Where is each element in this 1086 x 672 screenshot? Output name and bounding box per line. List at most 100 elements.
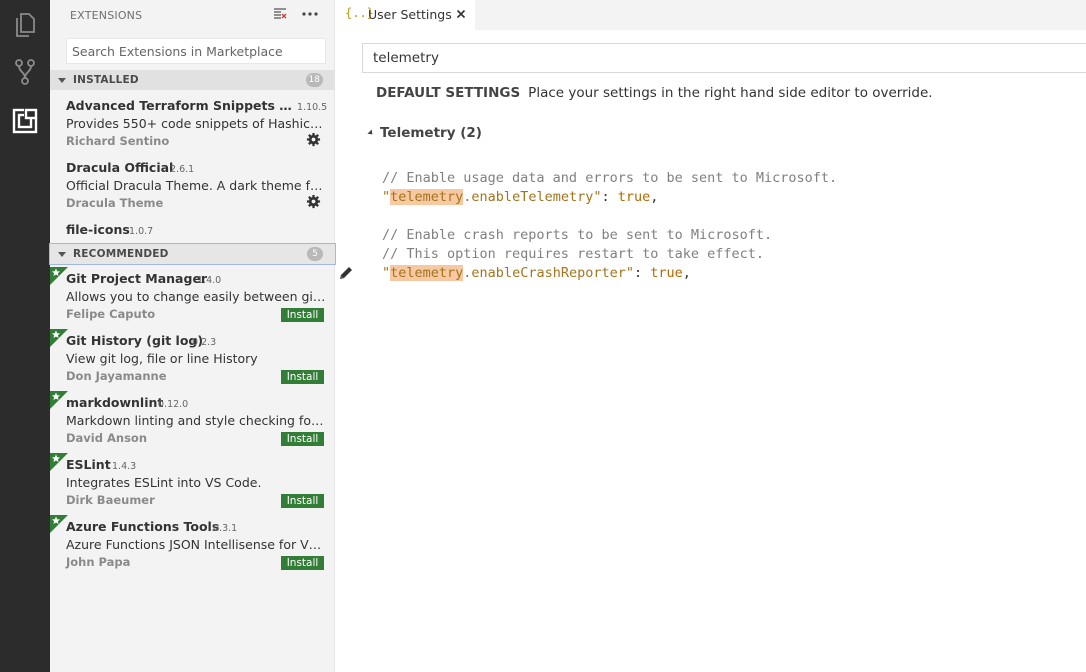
extension-name: file-icons xyxy=(66,222,130,237)
quote-close: " xyxy=(625,265,634,281)
extension-author: David Anson xyxy=(66,431,147,445)
extension-item[interactable]: file-icons 1.0.7 xyxy=(50,218,335,242)
installed-section-header[interactable]: INSTALLED 18 xyxy=(50,70,335,90)
tab-title: User Settings xyxy=(368,7,452,22)
setting-key: .enableTelemetry xyxy=(463,189,594,205)
code-line: // This option requires restart to take … xyxy=(382,245,764,264)
extension-version: 0.2.3 xyxy=(192,337,217,348)
expand-arrow-icon xyxy=(367,129,375,137)
install-button[interactable]: Install xyxy=(281,556,324,570)
files-icon xyxy=(16,13,35,37)
extension-name: markdownlint xyxy=(66,395,164,410)
gear-icon[interactable] xyxy=(306,132,321,147)
code-line: "telemetry.enableTelemetry": true, xyxy=(382,188,658,207)
extension-name: Git Project Manager xyxy=(66,271,208,286)
search-match-highlight: telemetry xyxy=(390,189,464,205)
extension-version: 1.4.3 xyxy=(112,461,137,472)
vscode-window: EXTENSIONS INSTALLED 18 Advanced Terrafo… xyxy=(0,0,1086,672)
setting-key: .enableCrashReporter xyxy=(463,265,626,281)
extension-author: Richard Sentino xyxy=(66,134,170,148)
extensions-search xyxy=(66,38,326,64)
extension-version: 1.0.7 xyxy=(129,226,154,237)
extension-name: Git History (git log) xyxy=(66,333,204,348)
extension-version: 2.6.1 xyxy=(170,164,195,175)
extension-description: Allows you to change easily between git … xyxy=(66,289,326,304)
extension-item[interactable]: Advanced Terraform Snippets Gen... 1.10.… xyxy=(50,94,335,156)
extensions-button[interactable] xyxy=(0,96,50,146)
extension-version: 0.12.0 xyxy=(158,399,189,410)
comma: , xyxy=(650,189,659,205)
colon: : xyxy=(634,265,651,281)
extension-version: 0.3.1 xyxy=(213,523,238,534)
extensions-search-input[interactable] xyxy=(67,39,325,63)
extension-name: ESLint xyxy=(66,457,111,472)
close-icon[interactable] xyxy=(455,8,467,20)
clear-extensions-icon[interactable] xyxy=(272,6,288,22)
settings-search xyxy=(362,43,1086,73)
extension-version: 1.10.5 xyxy=(297,102,328,113)
extension-description: Provides 550+ code snippets of Hashicorp… xyxy=(66,116,326,131)
collapse-arrow-icon xyxy=(58,251,66,257)
explorer-button[interactable] xyxy=(0,0,50,50)
install-button[interactable]: Install xyxy=(281,370,324,384)
code-comment: // Enable crash reports to be sent to Mi… xyxy=(382,227,773,243)
editor-tab-bar: {..} User Settings xyxy=(335,0,1086,30)
code-line: // Enable crash reports to be sent to Mi… xyxy=(382,226,772,245)
code-line: // Enable usage data and errors to be se… xyxy=(382,169,837,188)
default-settings-label: DEFAULT SETTINGS xyxy=(376,85,521,101)
install-button[interactable]: Install xyxy=(281,432,324,446)
extension-author: John Papa xyxy=(66,555,131,569)
extension-version: 1.4.0 xyxy=(197,275,222,286)
extension-name: Dracula Official xyxy=(66,160,174,175)
settings-search-input[interactable] xyxy=(363,44,1086,72)
git-branch-icon xyxy=(15,59,35,85)
recommended-section-header[interactable]: RECOMMENDED 5 xyxy=(49,243,336,265)
extension-description: Official Dracula Theme. A dark theme for… xyxy=(66,178,326,193)
gear-icon[interactable] xyxy=(306,194,321,209)
edit-pencil-icon[interactable] xyxy=(338,265,354,281)
extension-item[interactable]: Git History (git log) 0.2.3 View git log… xyxy=(50,329,335,391)
code-comment: // This option requires restart to take … xyxy=(382,246,765,262)
extension-name: Advanced Terraform Snippets Gen... xyxy=(66,98,292,113)
sidebar-title: EXTENSIONS xyxy=(70,9,143,22)
tab-user-settings[interactable]: {..} User Settings xyxy=(335,0,475,30)
extension-description: View git log, file or line History xyxy=(66,351,258,366)
source-control-button[interactable] xyxy=(0,47,50,97)
extension-item[interactable]: markdownlint 0.12.0 Markdown linting and… xyxy=(50,391,335,453)
sidebar-header: EXTENSIONS xyxy=(50,0,335,30)
extension-item[interactable]: Azure Functions Tools 0.3.1 Azure Functi… xyxy=(50,515,335,577)
extension-description: Azure Functions JSON Intellisense for VS… xyxy=(66,537,326,552)
activity-bar xyxy=(0,0,50,672)
code-line: "telemetry.enableCrashReporter": true, xyxy=(382,264,691,283)
installed-count-badge: 18 xyxy=(305,73,323,87)
extensions-icon xyxy=(12,108,38,134)
telemetry-group-header[interactable]: Telemetry (2) xyxy=(367,125,482,141)
recommended-label: RECOMMENDED xyxy=(73,248,169,260)
extension-item[interactable]: ESLint 1.4.3 Integrates ESLint into VS C… xyxy=(50,453,335,515)
quote-open: " xyxy=(382,265,391,281)
extension-author: Dirk Baeumer xyxy=(66,493,155,507)
extension-item[interactable]: Git Project Manager 1.4.0 Allows you to … xyxy=(50,267,335,329)
search-match-highlight: telemetry xyxy=(390,265,464,281)
extension-name: Azure Functions Tools xyxy=(66,519,220,534)
collapse-arrow-icon xyxy=(58,77,66,83)
setting-value: true xyxy=(650,265,683,281)
setting-value: true xyxy=(617,189,651,205)
extension-item[interactable]: Dracula Official 2.6.1 Official Dracula … xyxy=(50,156,335,218)
group-label: Telemetry (2) xyxy=(380,125,482,141)
extension-author: Don Jayamanne xyxy=(66,369,167,383)
installed-label: INSTALLED xyxy=(73,74,139,86)
quote-open: " xyxy=(382,189,391,205)
more-actions-icon[interactable] xyxy=(301,6,319,22)
default-settings-hint: Place your settings in the right hand si… xyxy=(528,85,933,101)
default-settings-header: DEFAULT SETTINGS Place your settings in t… xyxy=(376,85,933,101)
install-button[interactable]: Install xyxy=(281,494,324,508)
comma: , xyxy=(682,265,691,281)
extension-description: Markdown linting and style checking for … xyxy=(66,413,326,428)
extensions-sidebar: EXTENSIONS INSTALLED 18 Advanced Terrafo… xyxy=(49,0,336,672)
extension-author: Felipe Caputo xyxy=(66,307,156,321)
extension-author: Dracula Theme xyxy=(66,196,164,210)
install-button[interactable]: Install xyxy=(281,308,324,322)
recommended-count-badge: 5 xyxy=(307,247,323,261)
code-comment: // Enable usage data and errors to be se… xyxy=(382,170,838,186)
